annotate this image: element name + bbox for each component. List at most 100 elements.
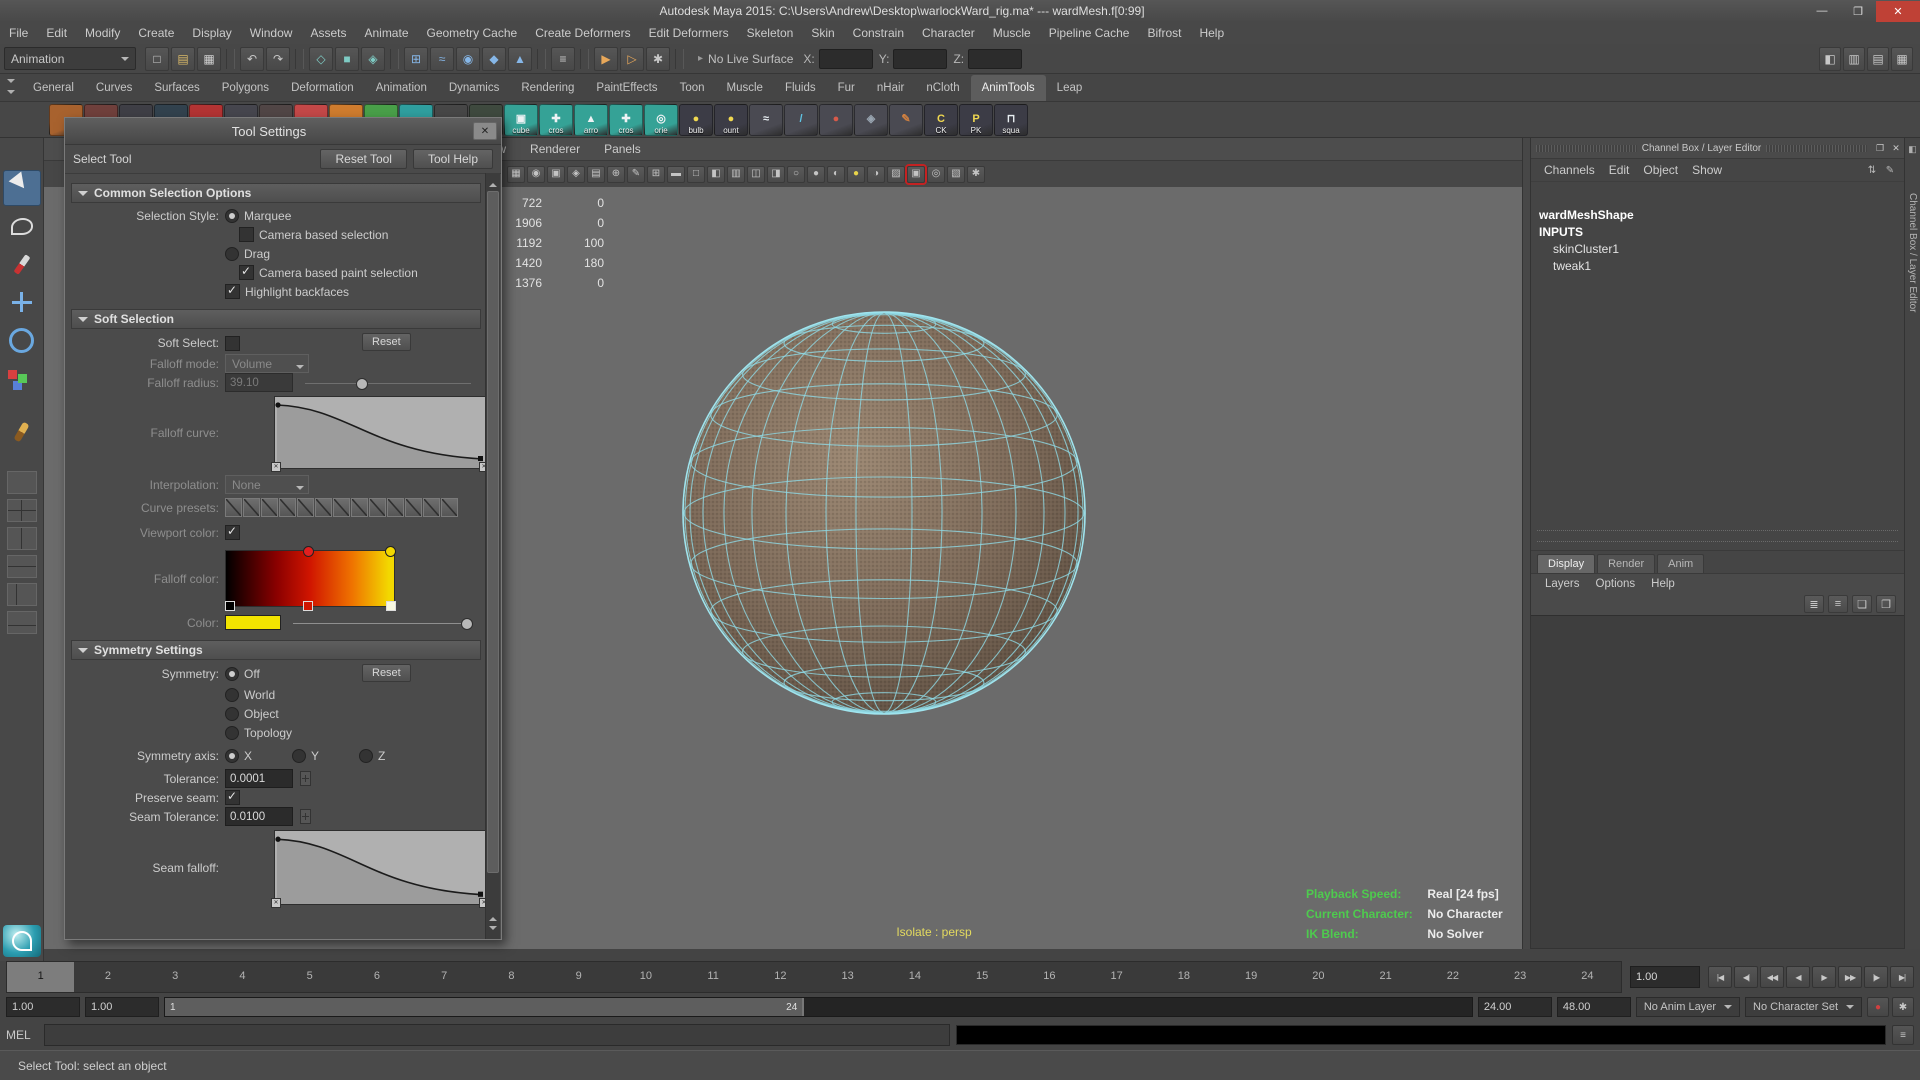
snap-to-plane-icon[interactable]: ◆	[482, 47, 506, 71]
layer-list-icon[interactable]: ≣	[1804, 595, 1824, 613]
shelf-tab[interactable]: General	[22, 75, 85, 101]
menu-item[interactable]: Skin	[802, 22, 843, 44]
layer-editor-menu-item[interactable]: Help	[1643, 573, 1683, 595]
channel-pin-icon[interactable]: ✎	[1882, 162, 1898, 178]
shelf-item-character[interactable]: ◈	[854, 104, 888, 136]
channel-box-menu-item[interactable]: Object	[1636, 159, 1685, 181]
frame-tick[interactable]: 12	[747, 962, 814, 992]
shaded-icon[interactable]: ●	[807, 166, 825, 183]
channel-box-menu-item[interactable]: Channels	[1537, 159, 1602, 181]
command-language-label[interactable]: MEL	[6, 1028, 38, 1042]
curve-preset-button[interactable]	[387, 498, 404, 517]
layer-editor-tab[interactable]: Render	[1597, 554, 1655, 573]
rotate-tool[interactable]	[3, 322, 41, 358]
playback-end-field[interactable]: 24.00	[1478, 997, 1552, 1017]
value-stepper[interactable]	[300, 771, 311, 786]
new-empty-layer-icon[interactable]: ❏	[1852, 595, 1872, 613]
maximize-button[interactable]: ❐	[1840, 1, 1876, 22]
marquee-radio[interactable]	[225, 209, 239, 223]
frame-tick[interactable]: 1	[7, 962, 74, 992]
shelf-tab[interactable]: Fur	[827, 75, 866, 101]
coordinate-input[interactable]	[893, 49, 947, 69]
layer-editor-tab[interactable]: Anim	[1657, 554, 1704, 573]
channel-box-vertical-tab[interactable]: Channel Box / Layer Editor	[1907, 193, 1918, 313]
ramp-key-icon[interactable]	[225, 601, 235, 611]
section-common-selection-options[interactable]: Common Selection Options	[71, 183, 481, 203]
drag-grip[interactable]	[1536, 145, 1637, 152]
step-forward-frame-button[interactable]: |▶	[1864, 966, 1888, 988]
tool-settings-toggle-icon[interactable]: ▤	[1867, 47, 1889, 71]
viewport-color-checkbox[interactable]	[225, 525, 240, 540]
character-set-dropdown[interactable]: No Character Set	[1745, 997, 1862, 1017]
step-back-frame-button[interactable]: ◀|	[1734, 966, 1758, 988]
axis-z-radio[interactable]	[359, 749, 373, 763]
menu-item[interactable]: Create Deformers	[526, 22, 639, 44]
dock-icon[interactable]: ❐	[1873, 141, 1887, 155]
curve-preset-button[interactable]	[261, 498, 278, 517]
field-chart-icon[interactable]: ▥	[727, 166, 745, 183]
frame-tick[interactable]: 10	[612, 962, 679, 992]
section-soft-selection[interactable]: Soft Selection	[71, 309, 481, 329]
menu-item[interactable]: Muscle	[984, 22, 1040, 44]
symmetry-topology-radio[interactable]	[225, 726, 239, 740]
soft-modification-tool[interactable]	[3, 414, 41, 450]
shelf-tab[interactable]: Polygons	[211, 75, 280, 101]
lasso-select-tool[interactable]	[3, 208, 41, 244]
frame-tick[interactable]: 21	[1352, 962, 1419, 992]
curve-preset-button[interactable]	[333, 498, 350, 517]
panel-collapse-icon[interactable]: ◧	[1905, 144, 1920, 155]
textured-icon[interactable]: ◐	[827, 166, 845, 183]
falloff-radius-slider[interactable]	[305, 376, 471, 390]
shadows-icon[interactable]: ◑	[867, 166, 885, 183]
frame-tick[interactable]: 6	[343, 962, 410, 992]
ramp-key-icon[interactable]	[386, 601, 396, 611]
shelf-item-ik-handle[interactable]: /	[784, 104, 818, 136]
frame-tick[interactable]: 8	[478, 962, 545, 992]
command-line-input[interactable]	[44, 1024, 950, 1046]
status-icon[interactable]	[226, 49, 235, 69]
shelf-tab[interactable]: Curves	[85, 75, 143, 101]
menu-item[interactable]: Skeleton	[738, 22, 803, 44]
step-forward-key-button[interactable]: ▶▶	[1838, 966, 1862, 988]
menu-item[interactable]: Assets	[301, 22, 355, 44]
shelf-tab[interactable]: Rendering	[510, 75, 585, 101]
safe-title-icon[interactable]: ◨	[767, 166, 785, 183]
curve-preset-button[interactable]	[279, 498, 296, 517]
use-all-lights-icon[interactable]: ●	[847, 166, 865, 183]
frame-tick[interactable]: 16	[1016, 962, 1083, 992]
seam-falloff-graph[interactable]: ✕ ✕	[274, 830, 486, 905]
soft-select-checkbox[interactable]	[225, 336, 240, 351]
film-gate-icon[interactable]: ▬	[667, 166, 685, 183]
motion-blur-icon[interactable]: ◎	[927, 166, 945, 183]
construction-history-icon[interactable]: ≡	[551, 47, 575, 71]
frame-tick[interactable]: 15	[949, 962, 1016, 992]
ramp-key-icon[interactable]	[385, 546, 396, 557]
play-forward-button[interactable]: ▶	[1812, 966, 1836, 988]
falloff-color-ramp[interactable]	[225, 550, 395, 607]
grease-pencil-icon[interactable]: ✎	[627, 166, 645, 183]
frame-tick[interactable]: 2	[74, 962, 141, 992]
shelf-tab[interactable]: Fluids	[774, 75, 827, 101]
shelf-tab[interactable]: Muscle	[716, 75, 774, 101]
frame-tick[interactable]: 24	[1554, 962, 1621, 992]
curve-preset-button[interactable]	[243, 498, 260, 517]
select-by-component-icon[interactable]: ◈	[361, 47, 385, 71]
layer-editor-tab[interactable]: Display	[1537, 554, 1595, 573]
snap-to-grid-icon[interactable]: ⊞	[404, 47, 428, 71]
go-to-range-end-button[interactable]: ▶|	[1890, 966, 1914, 988]
close-button[interactable]: ✕	[1876, 1, 1920, 22]
status-icon[interactable]	[390, 49, 399, 69]
select-tool[interactable]	[3, 170, 41, 206]
channel-box-toggle-icon[interactable]: ▦	[1891, 47, 1913, 71]
shelf-tab[interactable]: PaintEffects	[585, 75, 668, 101]
layer-sort-icon[interactable]: ≡	[1828, 595, 1848, 613]
tool-help-button[interactable]: Tool Help	[413, 149, 493, 169]
layer-editor-splitter[interactable]	[1537, 530, 1898, 542]
close-icon[interactable]: ✕	[1889, 141, 1903, 155]
anim-layer-dropdown[interactable]: No Anim Layer	[1636, 997, 1740, 1017]
shelf-item-brush[interactable]: ✎	[889, 104, 923, 136]
time-slider[interactable]: 123456789101112131415161718192021222324	[6, 961, 1622, 993]
channel-drag-icon[interactable]: ⇅	[1864, 162, 1880, 178]
shelf-item-joint[interactable]: ●	[819, 104, 853, 136]
frame-tick[interactable]: 22	[1419, 962, 1486, 992]
